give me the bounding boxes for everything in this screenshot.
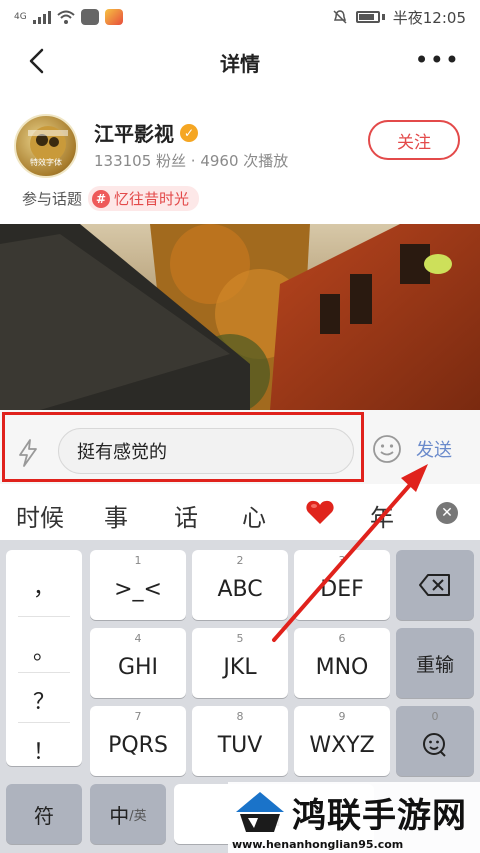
key-4[interactable]: 4 GHI <box>90 628 186 698</box>
key-number: 6 <box>338 632 346 645</box>
candidate-bar: 时候 事 话 心 年 <box>0 484 480 540</box>
punct-key[interactable]: ！ <box>6 734 82 766</box>
key-label: JKL <box>223 654 257 680</box>
key-label: GHI <box>117 654 159 680</box>
key-number: 2 <box>236 554 244 567</box>
symbol-label: 符 <box>34 803 54 828</box>
author-name[interactable]: 江平影视 <box>94 118 174 147</box>
author-profile: 特效字体 江平影视 ✓ 133105 粉丝 · 4960 次播放 关注 <box>14 108 466 184</box>
key-label: WXYZ <box>309 732 375 758</box>
key-label: >_< <box>114 576 162 602</box>
divider <box>18 672 70 673</box>
key-label: TUV <box>217 732 263 758</box>
lang-main: 中 <box>109 803 130 828</box>
backspace-icon <box>419 574 450 596</box>
clock: 半夜12:05 <box>392 8 466 27</box>
topic-name: 忆往昔时光 <box>114 190 190 208</box>
nav-bar: 详情 ••• <box>0 34 480 90</box>
network-type: 4G <box>14 12 27 22</box>
key-label: MNO <box>315 654 369 680</box>
heart-emoji-icon[interactable] <box>305 497 335 527</box>
comment-bar: 挺有感觉的 发送 <box>0 410 480 484</box>
candidate-word[interactable]: 话 <box>174 498 198 533</box>
key-9[interactable]: 9 WXYZ <box>294 706 390 776</box>
avatar[interactable]: 特效字体 <box>14 114 78 178</box>
punct-key[interactable]: ？ <box>6 684 82 716</box>
key-number: 4 <box>134 632 142 645</box>
avatar-caption: 特效字体 <box>30 158 62 167</box>
topic-row: 参与话题 # 忆往昔时光 <box>22 186 200 211</box>
punctuation-column[interactable]: ， 。 ？ ！ <box>6 550 82 766</box>
symbol-key[interactable]: 符 <box>6 784 82 844</box>
divider <box>18 722 70 723</box>
app-notification-icon <box>80 9 99 25</box>
wifi-icon <box>57 10 75 24</box>
key-label: PQRS <box>108 732 168 758</box>
punct-key[interactable]: 。 <box>6 634 82 666</box>
key-number: 0 <box>431 710 439 723</box>
reinput-key[interactable]: 重输 <box>396 628 474 698</box>
key-number: 1 <box>134 554 142 567</box>
status-bar: 4G 半夜12:05 <box>0 0 480 34</box>
candidate-word[interactable]: 时候 <box>16 498 64 533</box>
hashtag-icon: # <box>92 189 111 208</box>
emoji-key[interactable]: 0 <box>396 706 474 776</box>
game-app-icon <box>104 9 123 25</box>
lang-sub: /英 <box>129 808 147 824</box>
key-number: 7 <box>134 710 142 723</box>
signal-icon <box>32 10 51 24</box>
key-label: DEF <box>320 576 364 602</box>
key-8[interactable]: 8 TUV <box>192 706 288 776</box>
topic-chip[interactable]: # 忆往昔时光 <box>88 186 200 211</box>
key-3[interactable]: 3 DEF <box>294 550 390 620</box>
avatar-art <box>28 126 68 162</box>
topic-label: 参与话题 <box>22 190 83 208</box>
reinput-label: 重输 <box>415 653 454 676</box>
page-title: 详情 <box>220 51 260 76</box>
punct-key[interactable]: ， <box>6 570 82 602</box>
watermark-url: www.henanhonglian95.com <box>232 838 404 851</box>
divider <box>18 616 70 617</box>
language-switch-key[interactable]: 中/英 <box>90 784 166 844</box>
candidate-word[interactable]: 年 <box>370 498 394 533</box>
verified-badge-icon: ✓ <box>180 123 198 142</box>
post-image-art <box>0 224 480 410</box>
key-number: 5 <box>236 632 244 645</box>
back-arrow-icon[interactable] <box>22 46 52 76</box>
key-number: 3 <box>338 554 346 567</box>
close-candidates-icon[interactable]: ✕ <box>436 502 458 524</box>
more-options-icon[interactable]: ••• <box>415 48 460 72</box>
key-number: 9 <box>338 710 346 723</box>
mute-bell-icon <box>333 10 347 24</box>
post-image[interactable] <box>0 224 480 410</box>
candidate-word[interactable]: 事 <box>104 498 128 533</box>
key-number: 8 <box>236 710 244 723</box>
watermark-title: 鸿联手游网 <box>292 796 467 836</box>
follow-button[interactable]: 关注 <box>368 120 460 160</box>
battery-tip <box>381 14 385 20</box>
key-7[interactable]: 7 PQRS <box>90 706 186 776</box>
input-highlight-box <box>2 412 364 482</box>
send-button[interactable]: 发送 <box>416 436 452 462</box>
watermark: 鸿联手游网 www.henanhonglian95.com <box>228 782 480 853</box>
battery-icon <box>355 11 380 23</box>
emoji-icon[interactable] <box>372 434 402 464</box>
emoji-face-icon <box>423 733 446 757</box>
backspace-key[interactable] <box>396 550 474 620</box>
author-stats: 133105 粉丝 · 4960 次播放 <box>94 152 289 170</box>
key-5[interactable]: 5 JKL <box>192 628 288 698</box>
key-1[interactable]: 1 >_< <box>90 550 186 620</box>
key-2[interactable]: 2 ABC <box>192 550 288 620</box>
candidate-word[interactable]: 心 <box>242 498 266 533</box>
watermark-logo <box>236 792 284 832</box>
key-6[interactable]: 6 MNO <box>294 628 390 698</box>
key-label: ABC <box>217 576 263 602</box>
